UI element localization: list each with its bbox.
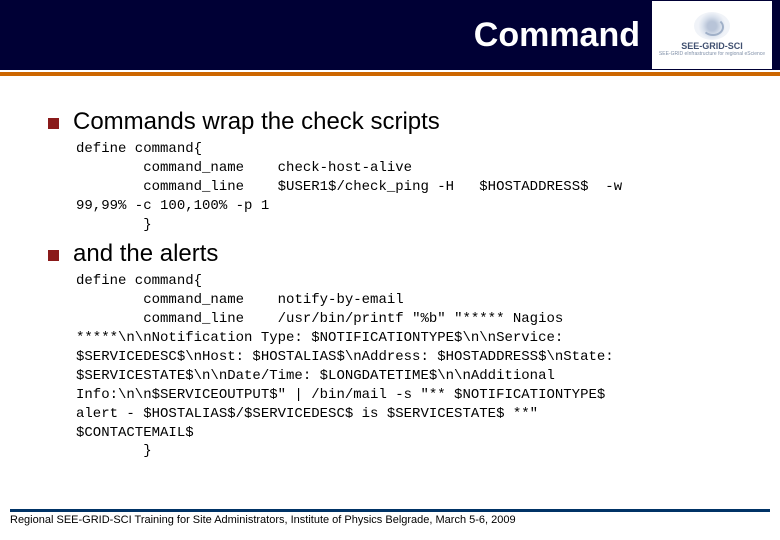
footer-text: Regional SEE-GRID-SCI Training for Site … — [10, 514, 770, 526]
code-block-1: define command{ command_name check-host-… — [76, 140, 740, 234]
bullet-square-icon — [48, 118, 59, 129]
footer-divider — [10, 509, 770, 512]
slide-body: Commands wrap the check scripts define c… — [0, 76, 780, 475]
bullet-text-2: and the alerts — [73, 240, 218, 268]
logo-text-sub: SEE-GRID eInfrastructure for regional eS… — [659, 52, 765, 58]
bullet-item-1: Commands wrap the check scripts — [48, 108, 740, 136]
footer: Regional SEE-GRID-SCI Training for Site … — [0, 509, 780, 526]
bullet-item-2: and the alerts — [48, 240, 740, 268]
slide-title: Command — [474, 16, 640, 55]
bullet-square-icon — [48, 250, 59, 261]
bullet-text-1: Commands wrap the check scripts — [73, 108, 440, 136]
logo-swirl-icon — [694, 12, 730, 40]
logo: SEE-GRID-SCI SEE-GRID eInfrastructure fo… — [652, 1, 772, 69]
header-bar: Command SEE-GRID-SCI SEE-GRID eInfrastru… — [0, 0, 780, 70]
code-block-2: define command{ command_name notify-by-e… — [76, 272, 740, 461]
